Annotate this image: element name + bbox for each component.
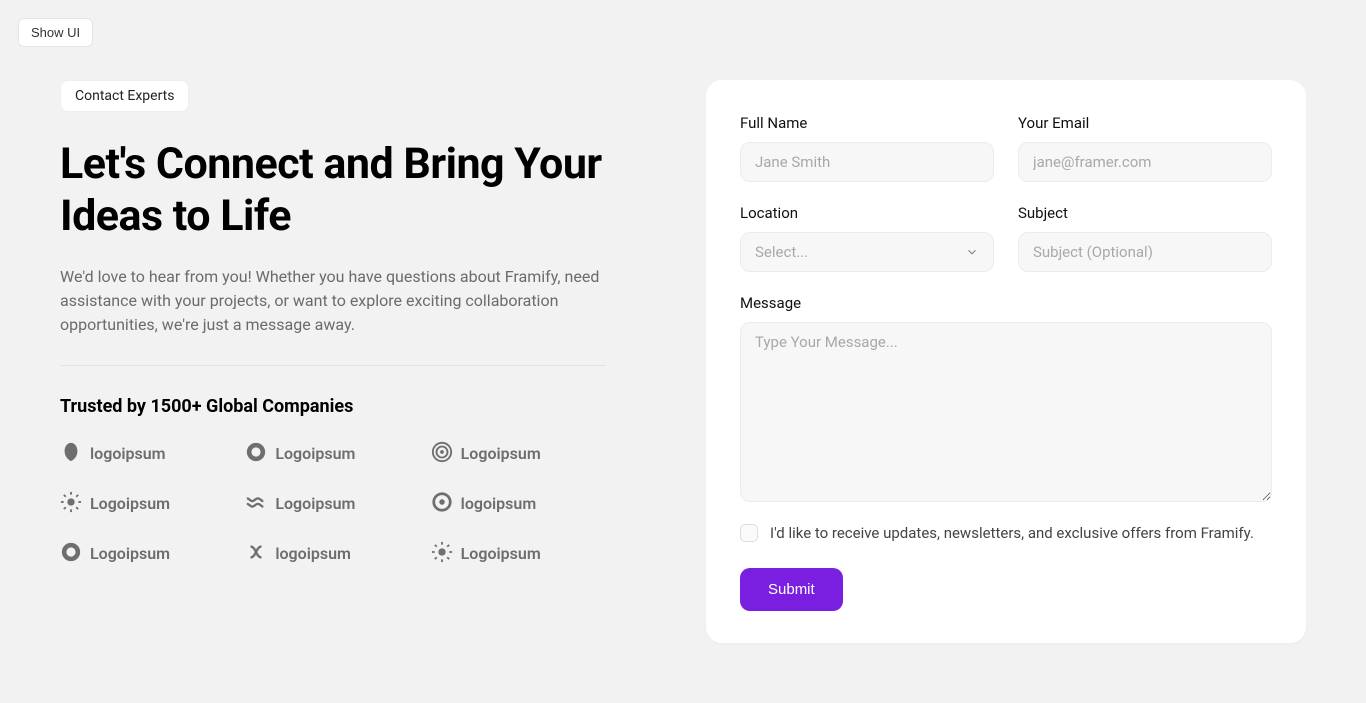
show-ui-button[interactable]: Show UI bbox=[18, 18, 93, 47]
logo-grid: logoipsum Logoipsum Logoipsum Logoipsum Logo… bbox=[60, 441, 606, 567]
sun-icon bbox=[60, 491, 82, 517]
sun-icon bbox=[431, 541, 453, 567]
logo-text: Logoipsum bbox=[461, 544, 541, 563]
company-logo: Logoipsum bbox=[245, 491, 420, 517]
location-select-value: Select... bbox=[755, 243, 808, 261]
hero-badge: Contact Experts bbox=[60, 80, 189, 112]
donut-icon bbox=[60, 541, 82, 567]
hero-heading: Let's Connect and Bring Your Ideas to Li… bbox=[60, 138, 606, 243]
hero-description: We'd love to hear from you! Whether you … bbox=[60, 265, 606, 337]
submit-button[interactable]: Submit bbox=[740, 568, 843, 611]
company-logo: Logoipsum bbox=[60, 491, 235, 517]
full-name-label: Full Name bbox=[740, 114, 994, 132]
company-logo: Logoipsum bbox=[431, 441, 606, 467]
subject-label: Subject bbox=[1018, 204, 1272, 222]
message-label: Message bbox=[740, 294, 1272, 312]
company-logo: logoipsum bbox=[60, 441, 235, 467]
donut-icon bbox=[245, 441, 267, 467]
logo-text: Logoipsum bbox=[90, 544, 170, 563]
company-logo: logoipsum bbox=[245, 541, 420, 567]
leaf-icon bbox=[60, 441, 82, 467]
form-group-email: Your Email bbox=[1018, 114, 1272, 182]
subject-input[interactable] bbox=[1018, 232, 1272, 272]
logo-text: Logoipsum bbox=[275, 494, 355, 513]
logo-text: Logoipsum bbox=[90, 494, 170, 513]
company-logo: Logoipsum bbox=[431, 541, 606, 567]
chevron-down-icon bbox=[965, 245, 979, 259]
company-logo: Logoipsum bbox=[60, 541, 235, 567]
email-label: Your Email bbox=[1018, 114, 1272, 132]
trusted-heading: Trusted by 1500+ Global Companies bbox=[60, 396, 606, 417]
contact-form-card: Full Name Your Email Location Select... … bbox=[706, 80, 1306, 643]
logo-text: logoipsum bbox=[90, 444, 166, 463]
logo-text: logoipsum bbox=[461, 494, 537, 513]
logo-text: Logoipsum bbox=[461, 444, 541, 463]
newsletter-label: I'd like to receive updates, newsletters… bbox=[770, 524, 1254, 542]
full-name-input[interactable] bbox=[740, 142, 994, 182]
company-logo: logoipsum bbox=[431, 491, 606, 517]
form-group-location: Location Select... bbox=[740, 204, 994, 272]
form-grid: Full Name Your Email Location Select... … bbox=[740, 114, 1272, 502]
rings-icon bbox=[431, 441, 453, 467]
logo-text: logoipsum bbox=[275, 544, 351, 563]
waves-icon bbox=[245, 491, 267, 517]
hero-section: Contact Experts Let's Connect and Bring … bbox=[60, 80, 606, 643]
target-icon bbox=[431, 491, 453, 517]
company-logo: Logoipsum bbox=[245, 441, 420, 467]
form-group-name: Full Name bbox=[740, 114, 994, 182]
email-input[interactable] bbox=[1018, 142, 1272, 182]
message-textarea[interactable] bbox=[740, 322, 1272, 502]
divider bbox=[60, 365, 606, 366]
form-group-subject: Subject bbox=[1018, 204, 1272, 272]
location-select[interactable]: Select... bbox=[740, 232, 994, 272]
form-group-message: Message bbox=[740, 294, 1272, 502]
logo-text: Logoipsum bbox=[275, 444, 355, 463]
knot-icon bbox=[245, 541, 267, 567]
newsletter-row: I'd like to receive updates, newsletters… bbox=[740, 524, 1272, 542]
newsletter-checkbox[interactable] bbox=[740, 524, 758, 542]
location-label: Location bbox=[740, 204, 994, 222]
page-container: Contact Experts Let's Connect and Bring … bbox=[0, 0, 1366, 683]
